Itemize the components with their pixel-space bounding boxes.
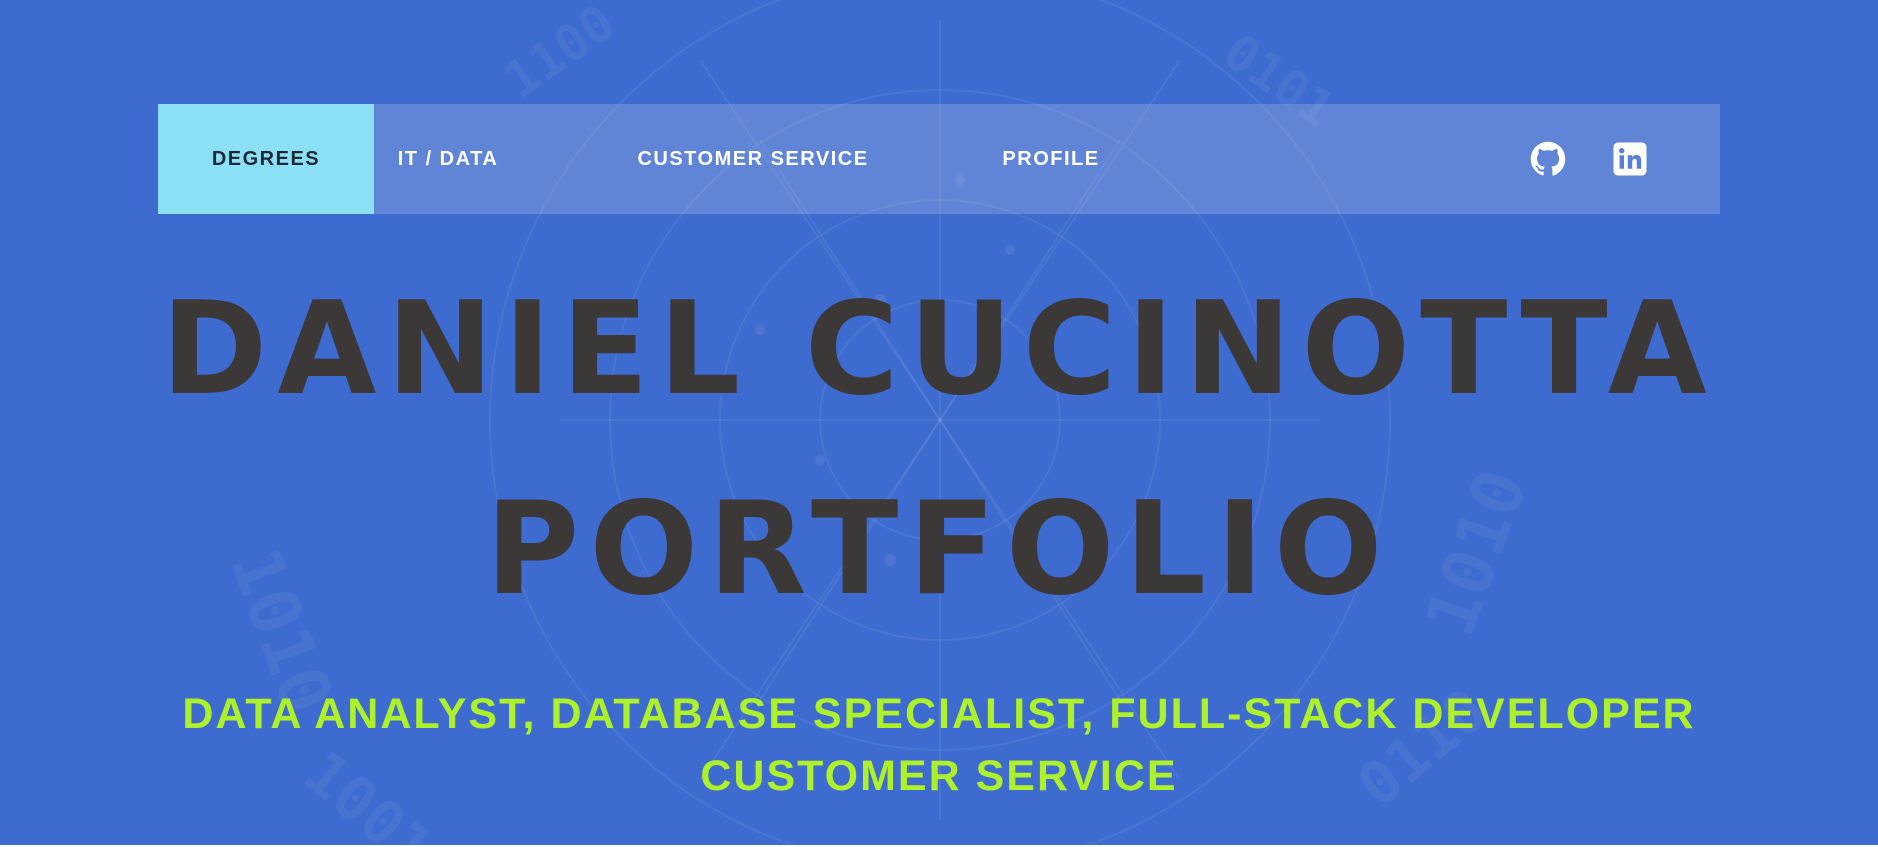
linkedin-icon[interactable] [1612,141,1648,177]
nav-item-it-data[interactable]: IT / DATA [374,104,522,214]
top-navbar: DEGREES IT / DATA CUSTOMER SERVICE PROFI… [158,104,1720,214]
hero-title-name: DANIEL CUCINOTTA [161,275,1717,424]
nav-item-profile[interactable]: PROFILE [980,104,1122,214]
github-icon[interactable] [1530,141,1566,177]
hero-subtitle-service: CUSTOMER SERVICE [700,752,1178,800]
hero-title-portfolio: PORTFOLIO [485,475,1393,624]
svg-text:1100: 1100 [494,0,626,110]
nav-item-degrees[interactable]: DEGREES [158,104,374,214]
hero-subtitle-roles: DATA ANALYST, DATABASE SPECIALIST, FULL-… [182,690,1696,738]
nav-item-customer-service[interactable]: CUSTOMER SERVICE [622,104,884,214]
hero-section: 1010 1010 1100 0101 1001 0110 DEGREES IT… [0,0,1878,845]
